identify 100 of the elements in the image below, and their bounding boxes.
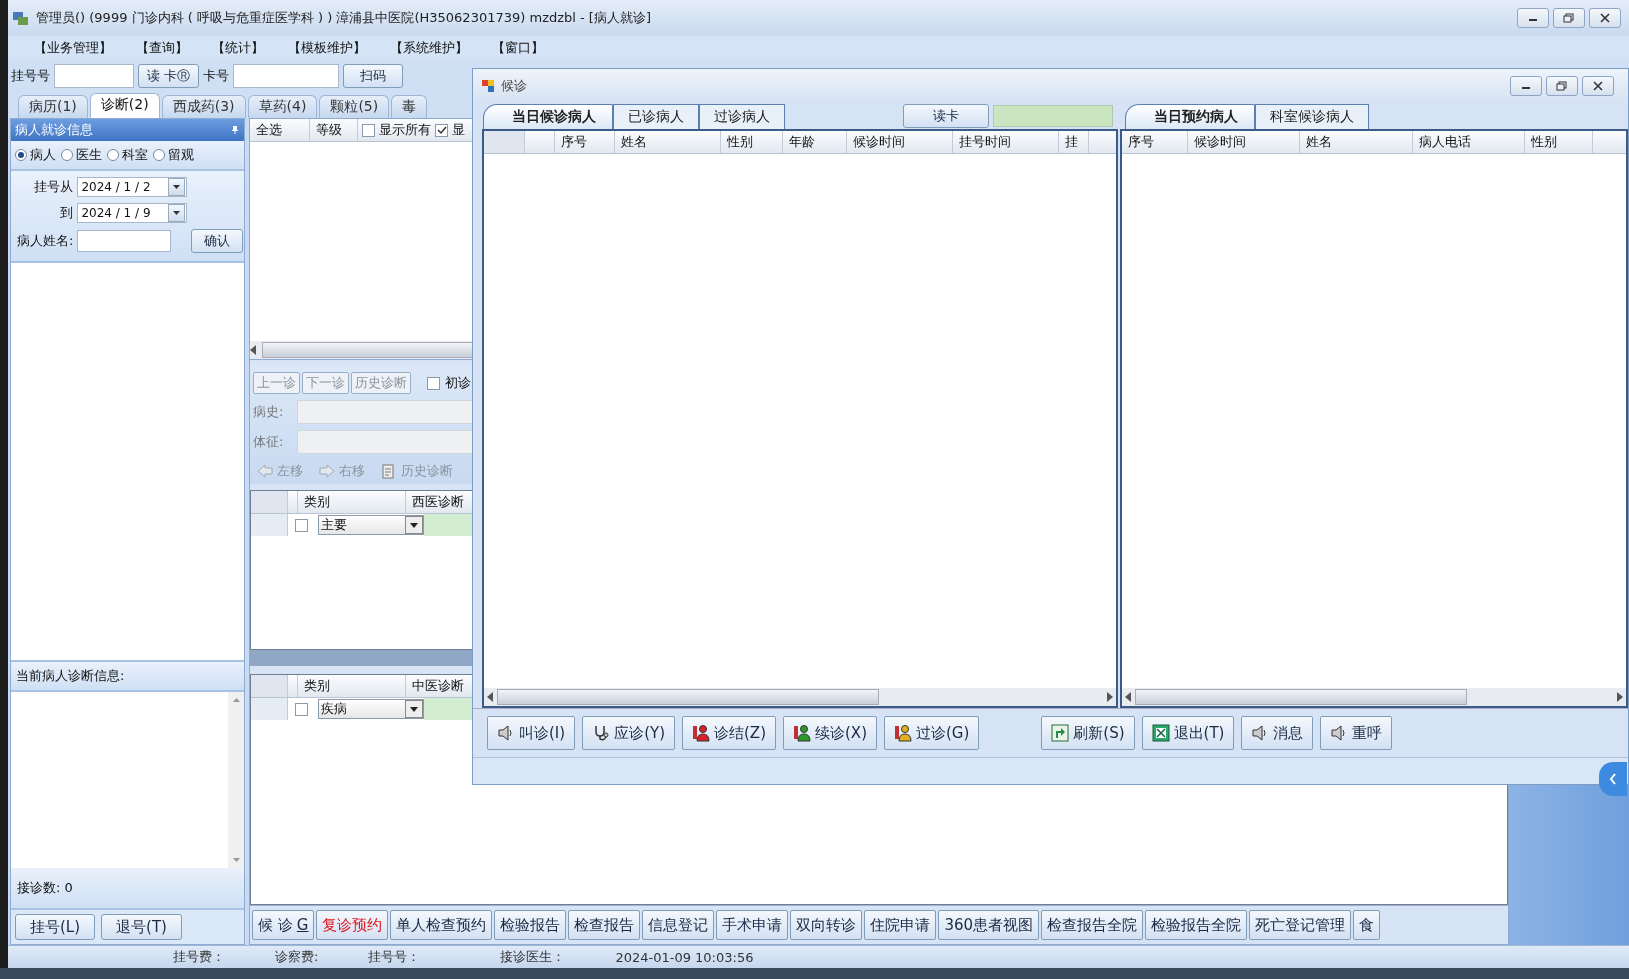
tab[interactable]: 当日候诊病人 [483,104,613,129]
status-text: 接诊医生： [500,948,566,966]
tab[interactable]: 颗粒(5) [319,95,390,118]
radio-button[interactable] [15,149,27,161]
dialog-button[interactable]: 应诊(Y) [582,716,675,750]
function-button[interactable]: 360患者视图 [938,910,1040,940]
tab[interactable]: 草药(4) [247,95,318,118]
function-button[interactable]: 住院申请 [864,910,937,940]
refresh-icon [1051,724,1070,742]
minimize-button[interactable] [1517,8,1549,28]
tab[interactable]: 病历(1) [18,95,88,118]
column-header: 姓名 [1300,131,1413,153]
tab[interactable]: 科室候诊病人 [1255,104,1369,129]
radio-button[interactable] [61,149,73,161]
category-dropdown[interactable]: 主要 [318,515,424,535]
panel-button[interactable]: 挂号(L) [15,914,96,940]
function-button[interactable]: 信息登记 [642,910,715,940]
dialog-button[interactable]: 过诊(G) [884,716,980,750]
dialog-button[interactable]: 叫诊(I) [487,716,576,750]
field-label: 挂号号 [11,67,50,85]
horizontal-scrollbar[interactable] [1122,688,1626,706]
checkbox[interactable] [294,702,308,716]
menu-item[interactable]: 【查询】 [128,37,196,59]
function-button[interactable]: 复诊预约 [316,910,389,940]
function-button[interactable]: 食 [1353,910,1381,940]
close-button[interactable] [1582,76,1614,96]
tab[interactable]: 西成药(3) [161,95,246,118]
name-field[interactable] [77,230,172,252]
minimize-button[interactable] [1510,76,1542,96]
checkbox[interactable] [435,123,448,137]
menu-item[interactable]: 【系统维护】 [382,37,476,59]
caret-icon [410,522,418,528]
checkbox[interactable] [294,518,308,532]
function-button[interactable]: 双向转诊 [790,910,863,940]
tab[interactable]: 当日预约病人 [1125,104,1255,129]
read-card-button[interactable]: 读 卡Ⓡ [138,64,200,88]
menu-item[interactable]: 【窗口】 [484,37,552,59]
stethoscope-icon [592,724,611,742]
column-header: 候诊时间 [1188,131,1300,153]
restore-icon [1556,81,1568,91]
dropdown-button[interactable] [168,204,186,222]
panel-title: 病人就诊信息 [15,121,94,139]
dialog-button[interactable]: 重呼 [1320,716,1393,750]
input-field[interactable] [54,64,134,88]
menu-item[interactable]: 【业务管理】 [26,37,120,59]
checkbox[interactable] [362,123,375,137]
radio-label: 科室 [122,146,148,164]
tab[interactable]: 过诊病人 [699,104,785,129]
horizontal-scrollbar[interactable] [484,688,1116,706]
column-header: 姓名 [615,131,721,153]
function-button[interactable]: 检验报告全院 [1145,910,1248,940]
close-icon [1592,81,1604,91]
status-text: 挂号费： [173,948,225,966]
column-header: 全选 [250,119,310,141]
card-field[interactable] [992,105,1113,127]
date-field[interactable]: 2024 / 1 / 9 [77,203,188,223]
close-button[interactable] [1589,8,1621,28]
document-icon [381,463,397,479]
scroll-left-icon [487,692,493,702]
function-button[interactable]: 检查报告全院 [1041,910,1144,940]
status-text: 诊察费: [275,948,319,966]
option-label: 显示所有 [379,121,431,139]
input-field[interactable] [233,64,340,88]
person-icon [894,724,912,742]
function-button[interactable]: 单人检查预约 [390,910,493,940]
function-button[interactable]: 检验报告 [494,910,567,940]
exit-icon [1151,724,1170,742]
function-button[interactable]: 手术申请 [716,910,789,940]
read-card-button[interactable]: 读卡 [903,104,989,128]
confirm-button[interactable]: 确认 [191,229,244,253]
tab[interactable]: 已诊病人 [613,104,699,129]
field-label: 病史: [253,403,285,421]
tab[interactable]: 诊断(2) [89,93,160,118]
menu-item[interactable]: 【统计】 [204,37,272,59]
section-label: 当前病人诊断信息: [11,662,244,692]
scroll-up-icon [232,698,240,702]
dialog-button[interactable]: 消息 [1241,716,1314,750]
dialog-button[interactable]: 诊结(Z) [682,716,776,750]
checkbox[interactable] [427,376,440,390]
dropdown-button[interactable] [168,178,186,196]
vertical-scrollbar[interactable] [228,692,244,868]
dialog-button[interactable]: 刷新(S) [1041,716,1135,750]
function-button[interactable]: 检查报告 [568,910,641,940]
dialog-button[interactable]: 续诊(X) [783,716,877,750]
dialog-button[interactable]: 退出(T) [1141,716,1235,750]
function-button[interactable]: 死亡登记管理 [1249,910,1352,940]
tab[interactable]: 毒 [391,95,428,118]
collapse-button[interactable] [1599,762,1627,796]
column-header: 等级 [310,119,358,141]
category-dropdown[interactable]: 疾病 [318,699,424,719]
column-header: 挂号时间 [953,131,1059,153]
field-label: 卡号 [203,67,230,85]
date-field[interactable]: 2024 / 1 / 2 [77,177,188,197]
menu-item[interactable]: 【模板维护】 [280,37,374,59]
radio-button[interactable] [153,149,165,161]
scan-button[interactable]: 扫码 [343,64,404,88]
function-button[interactable]: 候 诊 G [252,910,315,940]
panel-button[interactable]: 退号(T) [101,914,182,940]
field-label: 到 [59,204,74,222]
radio-button[interactable] [107,149,119,161]
